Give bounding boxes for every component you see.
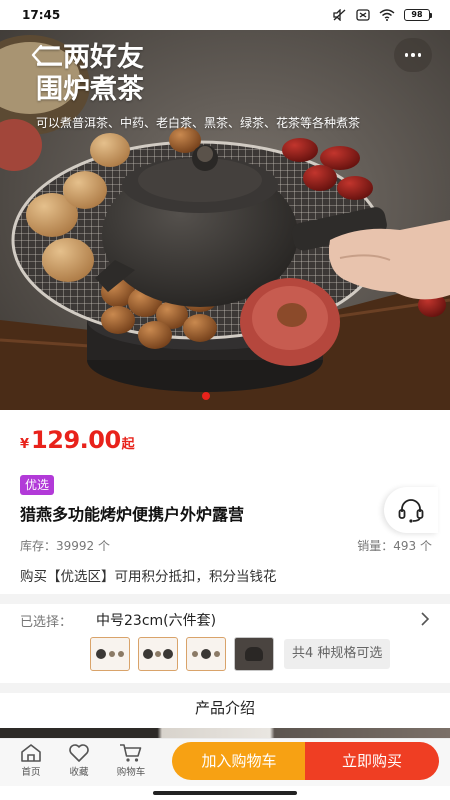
spec-label: 已选择： (20, 614, 73, 630)
nav-cart[interactable]: 购物车 (110, 743, 152, 778)
spec-thumbnail[interactable] (138, 637, 178, 671)
hero-title-line2: 围炉煮茶 (36, 74, 144, 105)
customer-service-icon (398, 499, 424, 523)
home-indicator (153, 791, 297, 795)
product-hero-image[interactable]: 二两好友 围炉煮茶 可以煮普洱茶、中药、老白茶、黑茶、绿茶、花茶等各种煮茶 (0, 30, 450, 410)
bottom-action-bar: 首页 收藏 购物车 加入购物车 立即购买 (0, 738, 450, 786)
hero-subtitle: 可以煮普洱茶、中药、老白茶、黑茶、绿茶、花茶等各种煮茶 (36, 116, 361, 130)
preferred-tag-badge: 优选 (20, 475, 55, 495)
chevron-right-icon[interactable] (420, 611, 430, 627)
back-arrow-icon (31, 44, 43, 66)
nav-home[interactable]: 首页 (10, 743, 52, 778)
spec-thumbnails: 共4 种规格可选 (90, 637, 391, 671)
price-value: 129.00 (31, 426, 121, 454)
nav-favorite-label: 收藏 (69, 767, 89, 778)
product-title: 猎燕多功能烤炉便携户外炉露营 (20, 505, 245, 524)
status-bar: 17:45 98 (0, 0, 450, 30)
carousel-indicator-dot[interactable] (202, 392, 210, 400)
buy-now-button[interactable]: 立即购买 (305, 742, 439, 780)
price-currency: ¥ (20, 437, 30, 452)
spec-count-button[interactable]: 共4 种规格可选 (284, 639, 391, 669)
product-intro-image-strip (0, 728, 450, 738)
sold-count: 销量：493 个 (357, 539, 432, 553)
stock-count: 库存：39992 个 (20, 539, 110, 553)
more-icon (404, 53, 409, 57)
product-intro-heading: 产品介绍 (194, 699, 255, 717)
status-time: 17:45 (22, 8, 61, 22)
heart-icon (69, 744, 89, 762)
spec-thumbnail[interactable] (234, 637, 274, 671)
battery-level: 98 (404, 9, 430, 21)
points-deduction-note: 购买【优选区】可用积分抵扣，积分当钱花 (20, 569, 277, 585)
sim-off-icon (356, 9, 370, 21)
hero-title: 二两好友 围炉煮茶 (36, 42, 144, 106)
status-icons: 98 (333, 9, 432, 21)
mute-icon (333, 9, 346, 21)
section-divider (0, 683, 450, 693)
wifi-icon (379, 9, 395, 21)
add-to-cart-button[interactable]: 加入购物车 (172, 742, 306, 780)
section-divider (0, 594, 450, 604)
cart-icon (120, 744, 142, 762)
battery-icon: 98 (404, 9, 432, 21)
spec-thumbnail[interactable] (90, 637, 130, 671)
hero-title-line1: 二两好友 (36, 42, 144, 73)
nav-home-label: 首页 (21, 767, 41, 778)
stock-sales-row: 库存：39992 个 销量：493 个 (20, 537, 432, 554)
spec-thumbnail[interactable] (186, 637, 226, 671)
home-icon (21, 744, 41, 762)
price-suffix: 起 (121, 437, 135, 452)
price: ¥ 129.00 起 (20, 426, 135, 454)
nav-cart-label: 购物车 (116, 767, 146, 778)
spec-selected-value: 中号23cm(六件套) (96, 613, 217, 629)
spec-selector[interactable]: 已选择： 中号23cm(六件套) (20, 610, 432, 630)
more-button[interactable] (394, 38, 432, 72)
customer-service-button[interactable] (384, 487, 438, 533)
nav-favorite[interactable]: 收藏 (58, 743, 100, 778)
back-button[interactable] (22, 40, 52, 70)
